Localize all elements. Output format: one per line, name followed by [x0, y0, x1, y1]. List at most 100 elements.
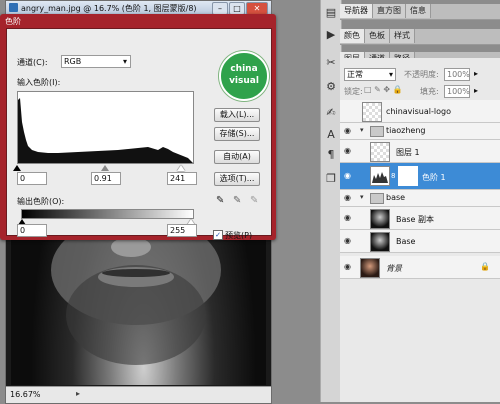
eye-icon[interactable]: ◉: [344, 193, 351, 202]
chevron-down-icon: ▾: [122, 57, 127, 66]
actions-icon[interactable]: ▶: [324, 28, 338, 42]
white-eyedropper-icon[interactable]: ✎: [250, 195, 258, 206]
opacity-field[interactable]: 100%: [444, 68, 470, 81]
input-black-field[interactable]: 0: [17, 172, 47, 185]
output-gradient: [21, 209, 194, 219]
input-levels-label: 输入色阶(I):: [17, 78, 61, 87]
blend-mode-value: 正常: [347, 70, 363, 79]
histogram-graph: [18, 98, 193, 163]
tab-swatches[interactable]: 色板: [365, 29, 390, 43]
fill-label: 填充:: [420, 87, 439, 96]
layer-group-row[interactable]: ◉ ▾ base: [340, 190, 500, 207]
black-eyedropper-icon[interactable]: ✎: [216, 195, 224, 206]
layer-name: Base 副本: [396, 215, 435, 224]
layer-name: Base: [396, 237, 416, 246]
history-icon[interactable]: ▤: [324, 6, 338, 20]
clone-source-icon[interactable]: ⚙: [324, 80, 338, 94]
layer-thumbnail: [370, 232, 390, 252]
dock-icon-strip: ▤ ▶ ✂ ⚙ ✍ A ¶ ❐: [320, 0, 342, 402]
layer-thumbnail: [370, 209, 390, 229]
save-button[interactable]: 存储(S)...: [214, 127, 260, 141]
channel-select[interactable]: RGB ▾: [61, 55, 131, 68]
color-panel-tabs: 颜色 色板 样式: [340, 29, 500, 45]
layer-row[interactable]: chinavisual-logo: [340, 100, 500, 123]
logo-text-china: china: [230, 64, 258, 74]
layer-name: 色阶 1: [422, 173, 446, 182]
dialog-body: 通道(C): RGB ▾ 输入色阶(I): 0 0.91 241 输出色阶(O)…: [6, 28, 272, 240]
chevron-down-icon: ▾: [388, 70, 393, 79]
link-icon[interactable]: 8: [391, 172, 395, 180]
fill-field[interactable]: 100%: [444, 85, 470, 98]
layer-name: chinavisual-logo: [386, 107, 451, 116]
brushes-icon[interactable]: ✍: [324, 106, 338, 120]
dialog-title: 色阶: [5, 17, 21, 26]
layer-row[interactable]: ◉ Base 副本: [340, 207, 500, 230]
input-gamma-field[interactable]: 0.91: [91, 172, 121, 185]
preview-label: 预览(P): [225, 231, 253, 240]
character-icon[interactable]: A: [324, 128, 338, 142]
fill-arrow-icon[interactable]: ▸: [474, 86, 478, 95]
auto-button[interactable]: 自动(A): [214, 150, 260, 164]
layer-row[interactable]: ◉ Base: [340, 230, 500, 253]
layer-thumbnail: [370, 142, 390, 162]
layer-thumbnail: [360, 258, 380, 278]
lock-label: 锁定:: [344, 87, 363, 96]
expand-arrow-icon[interactable]: ▾: [360, 126, 364, 134]
opacity-arrow-icon[interactable]: ▸: [474, 69, 478, 78]
status-arrow-icon[interactable]: ▸: [76, 389, 80, 398]
layer-name: 背景: [386, 264, 402, 273]
levels-dialog: 色阶 通道(C): RGB ▾ 输入色阶(I): 0 0.91 241 输出色阶…: [0, 14, 276, 240]
status-bar: 16.67% ▸: [6, 386, 271, 403]
lock-icons[interactable]: □ ✎ ✥ 🔒: [364, 85, 403, 94]
blend-mode-select[interactable]: 正常 ▾: [344, 68, 396, 81]
output-levels-label: 输出色阶(O):: [17, 197, 65, 206]
tab-info[interactable]: 信息: [406, 4, 431, 18]
channel-label: 通道(C):: [17, 58, 48, 67]
levels-histogram-icon: [372, 172, 388, 183]
layer-name: 图层 1: [396, 148, 420, 157]
layer-group-row[interactable]: ◉ ▾ tiaozheng: [340, 123, 500, 140]
expand-arrow-icon[interactable]: ▾: [360, 193, 364, 201]
tab-histogram[interactable]: 直方图: [373, 4, 406, 18]
eye-icon[interactable]: ◉: [344, 262, 351, 271]
eye-icon[interactable]: ◉: [344, 171, 351, 180]
output-black-field[interactable]: 0: [17, 224, 47, 237]
zoom-level[interactable]: 16.67%: [10, 390, 41, 399]
input-white-field[interactable]: 241: [167, 172, 197, 185]
preview-checkbox[interactable]: ✓: [213, 230, 223, 240]
tab-styles[interactable]: 样式: [390, 29, 415, 43]
eye-icon[interactable]: ◉: [344, 146, 351, 155]
group-name: base: [386, 193, 406, 202]
gray-eyedropper-icon[interactable]: ✎: [233, 195, 241, 206]
layers-panel: 正常 ▾ 不透明度: 100% ▸ 锁定: □ ✎ ✥ 🔒 填充: 100% ▸…: [340, 58, 500, 402]
output-white-field[interactable]: 255: [167, 224, 197, 237]
tab-color[interactable]: 颜色: [340, 29, 365, 43]
logo-text-visual: visual: [229, 76, 259, 86]
navigator-panel-tabs: 导航器 直方图 信息: [340, 4, 500, 20]
black-point-handle[interactable]: [13, 165, 21, 171]
eye-icon[interactable]: ◉: [344, 213, 351, 222]
options-button[interactable]: 选项(T)...: [214, 172, 260, 186]
input-slider[interactable]: [13, 165, 192, 171]
channel-value: RGB: [64, 57, 82, 66]
tools-preset-icon[interactable]: ✂: [324, 56, 338, 70]
tab-navigator[interactable]: 导航器: [340, 4, 373, 18]
levels-adjustment-icon: [370, 166, 390, 186]
layer-row-selected[interactable]: ◉ 8 色阶 1: [340, 163, 500, 190]
layer-row[interactable]: ◉ 背景 🔒: [340, 256, 500, 279]
photoshop-icon: [9, 3, 18, 12]
mask-thumbnail[interactable]: [398, 166, 418, 186]
eye-icon[interactable]: ◉: [344, 126, 351, 135]
histogram: [17, 91, 194, 164]
opacity-label: 不透明度:: [404, 70, 439, 79]
paragraph-icon[interactable]: ¶: [324, 148, 338, 162]
group-name: tiaozheng: [386, 126, 426, 135]
white-point-handle[interactable]: [177, 165, 185, 171]
chinavisual-logo: china visual: [219, 51, 269, 101]
eye-icon[interactable]: ◉: [344, 236, 351, 245]
load-button[interactable]: 载入(L)...: [214, 108, 260, 122]
layer-comps-icon[interactable]: ❐: [324, 172, 338, 186]
layer-row[interactable]: ◉ 图层 1: [340, 140, 500, 163]
layer-thumbnail: [362, 102, 382, 122]
gamma-handle[interactable]: [101, 165, 109, 171]
